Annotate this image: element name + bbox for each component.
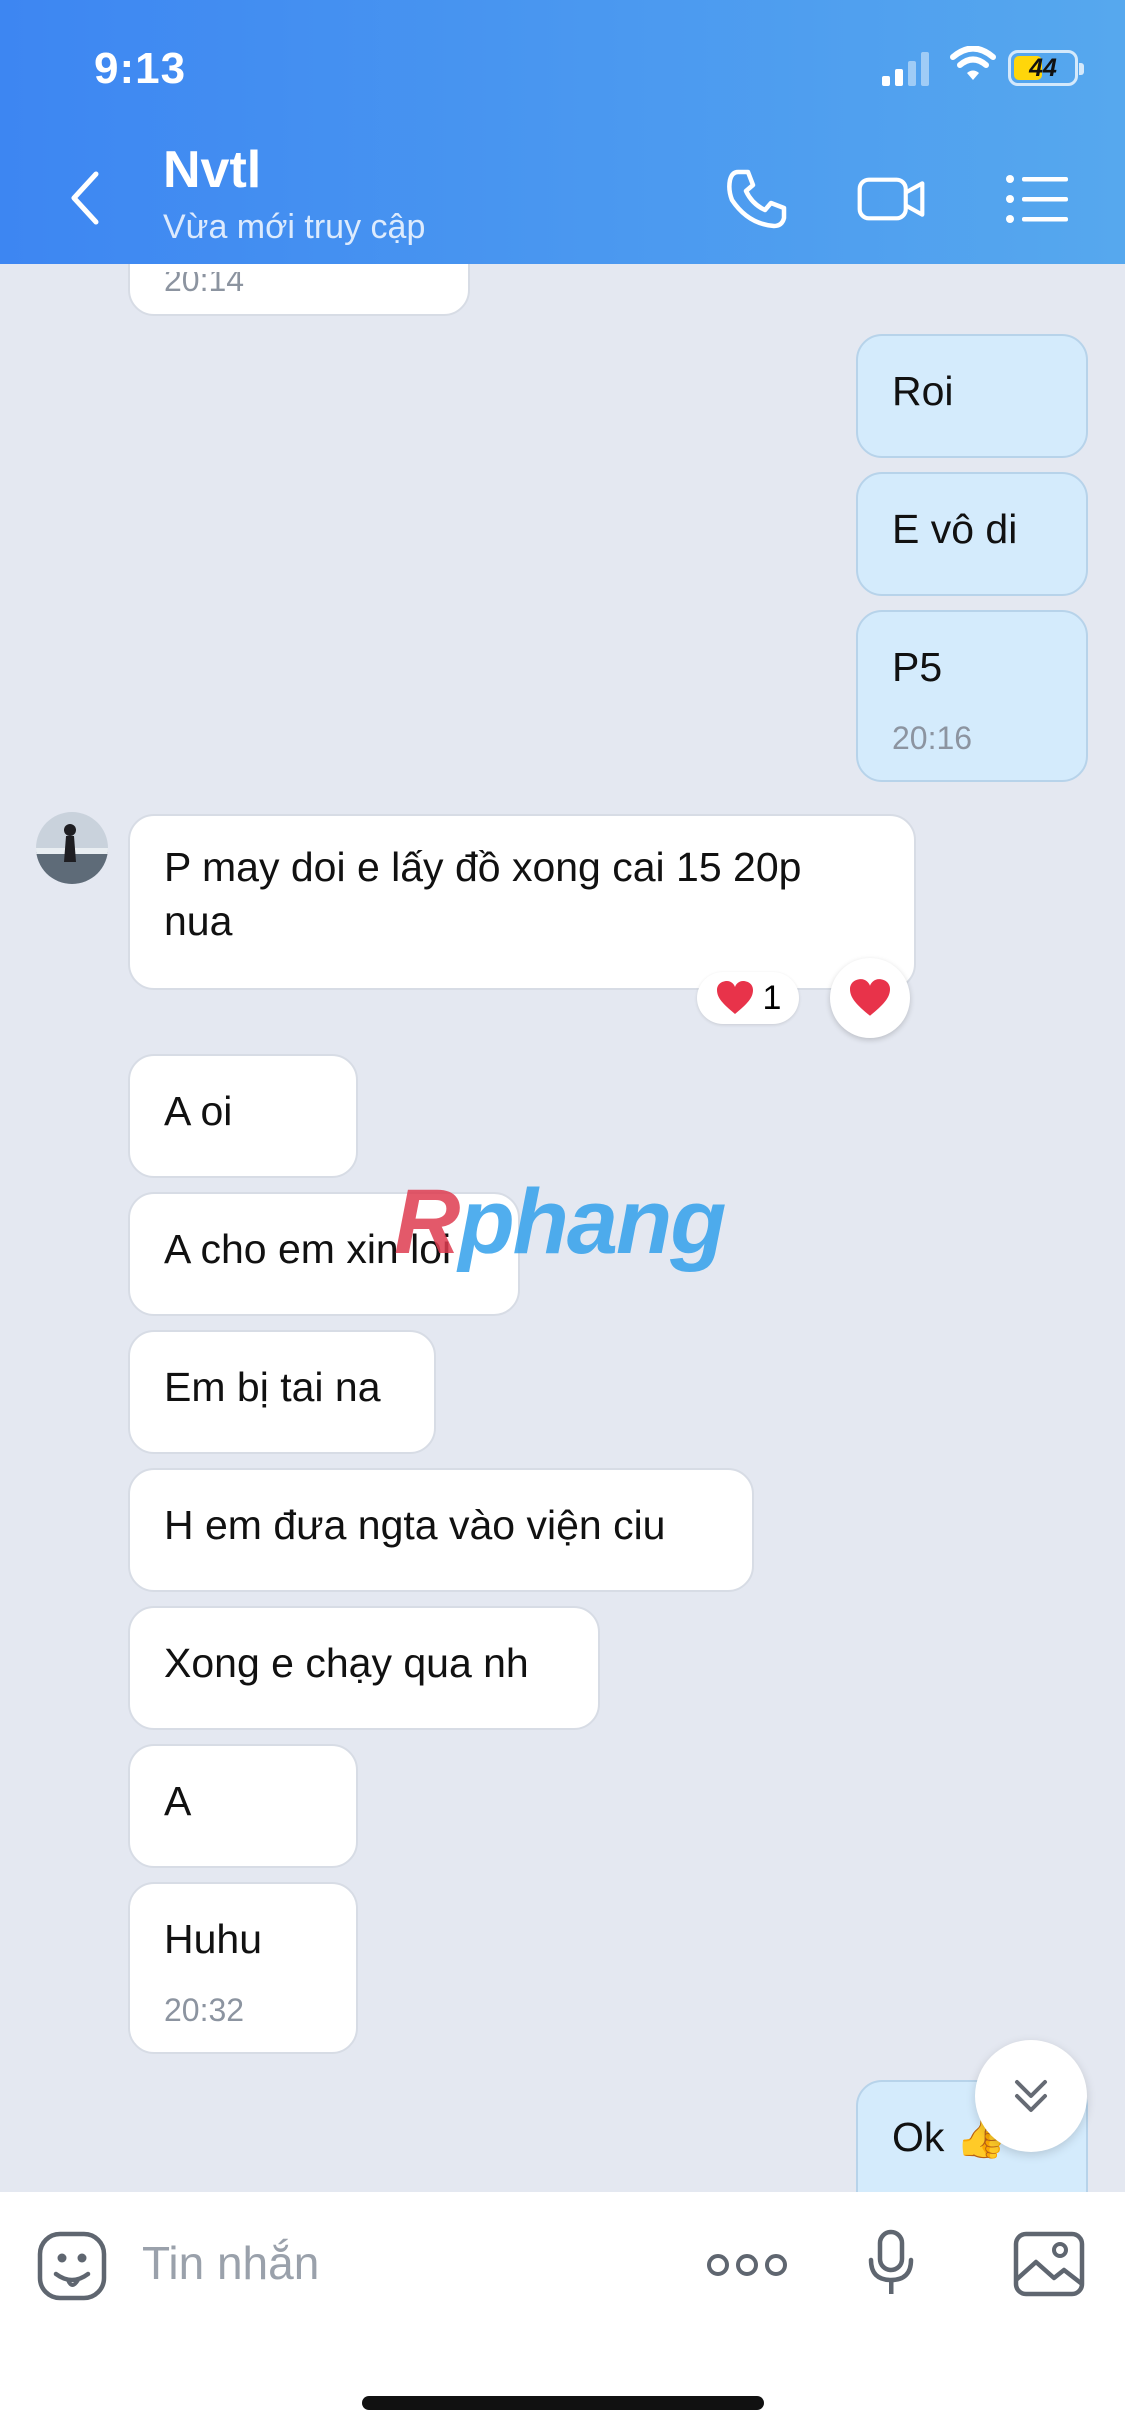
contact-name[interactable]: Nvtl (163, 140, 261, 200)
reaction-count: 1 (762, 978, 782, 1017)
message-text: Em bị tai na (164, 1364, 381, 1410)
incoming-message[interactable]: Em bị tai na (128, 1330, 436, 1454)
cellular-signal-icon (882, 52, 929, 86)
message-time: 20:16 (892, 720, 973, 756)
sticker-emoji-icon[interactable] (36, 2230, 108, 2302)
image-gallery-icon[interactable] (1012, 2230, 1086, 2298)
battery-icon: 44 (1008, 50, 1084, 86)
battery-level: 44 (1029, 54, 1057, 82)
more-options-icon[interactable] (706, 2252, 788, 2278)
contact-status: Vừa mới truy cập (163, 208, 426, 246)
outgoing-message[interactable]: P5 20:16 (856, 610, 1088, 782)
avatar-photo (36, 812, 108, 884)
incoming-message[interactable]: Huhu 20:32 (128, 1882, 358, 2054)
message-text: Xong e chạy qua nh (164, 1640, 529, 1686)
incoming-message[interactable]: Xong e chạy qua nh (128, 1606, 600, 1730)
incoming-message[interactable]: P may doi e lấy đồ xong cai 15 20p nua (128, 814, 916, 990)
heart-icon (716, 981, 753, 1014)
message-time: 20:32 (164, 1992, 245, 2028)
message-text: P5 (892, 644, 943, 690)
message-text: A oi (164, 1088, 233, 1134)
message-text: Huhu (164, 1916, 263, 1962)
video-call-icon[interactable] (856, 164, 926, 234)
outgoing-message[interactable]: Roi (856, 334, 1088, 458)
double-chevron-down-icon (1015, 2080, 1047, 2112)
watermark-part1: R (394, 1171, 460, 1273)
watermark-part2: phang (458, 1171, 726, 1273)
wifi-icon (950, 46, 996, 80)
message-input[interactable]: Tin nhắn (142, 2236, 319, 2290)
incoming-message[interactable]: H em đưa ngta vào viện ciu (128, 1468, 754, 1592)
message-text: E vô di (892, 506, 1018, 552)
menu-list-icon[interactable] (1002, 164, 1072, 234)
outgoing-message[interactable]: E vô di (856, 472, 1088, 596)
message-text: Roi (892, 368, 954, 414)
reaction-summary[interactable]: 1 (697, 972, 799, 1024)
heart-icon (850, 979, 890, 1016)
incoming-message[interactable]: A oi (128, 1054, 358, 1178)
react-heart-button[interactable] (830, 958, 910, 1038)
scroll-to-bottom-button[interactable] (975, 2040, 1087, 2152)
status-time: 9:13 (94, 44, 187, 93)
home-indicator[interactable] (362, 2396, 764, 2410)
incoming-message-partial[interactable]: 20:14 (128, 264, 470, 316)
chat-header: 9:13 44 Nvtl Vừa mới truy cập (0, 0, 1125, 264)
message-text: H em đưa ngta vào viện ciu (164, 1502, 666, 1548)
message-time: 20:14 (164, 264, 245, 298)
contact-avatar[interactable] (36, 812, 108, 884)
message-text: A (164, 1778, 192, 1824)
watermark: Rphang (394, 1170, 726, 1275)
incoming-message[interactable]: A (128, 1744, 358, 1868)
phone-call-icon[interactable] (722, 164, 792, 234)
message-text: P may doi e lấy đồ xong cai 15 20p nua (164, 844, 802, 944)
back-arrow-icon[interactable] (62, 168, 110, 228)
microphone-icon[interactable] (866, 2228, 916, 2298)
